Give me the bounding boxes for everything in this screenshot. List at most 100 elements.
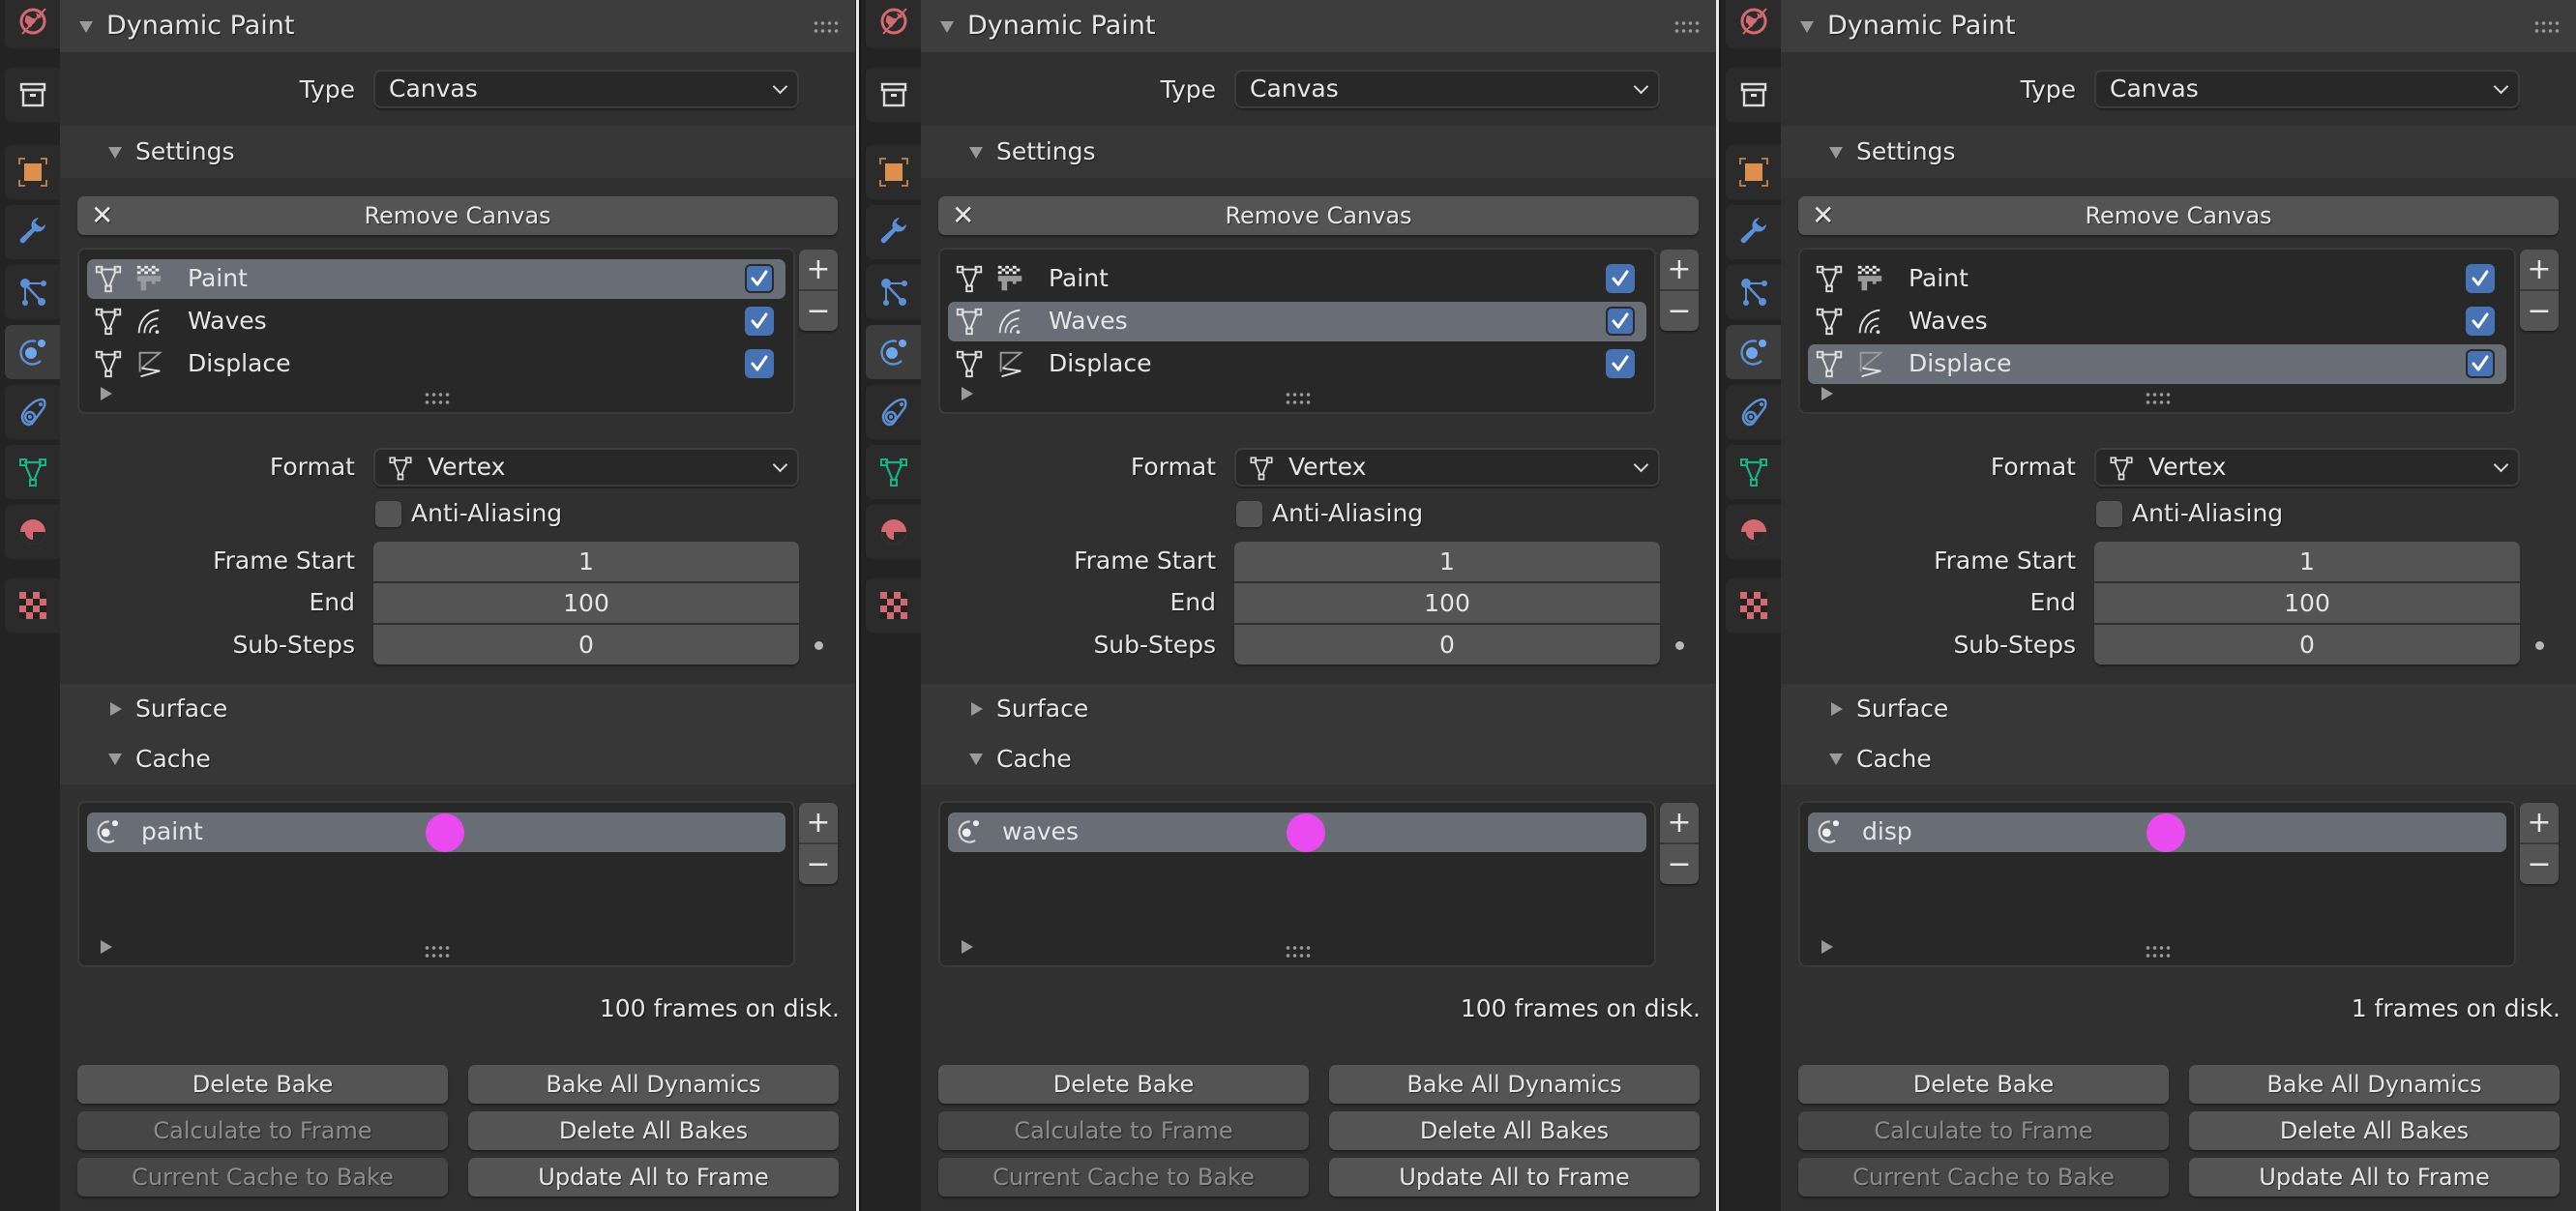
anti-aliasing-label[interactable]: Anti-Aliasing: [2132, 499, 2283, 528]
list-resize-grip-icon[interactable]: [2145, 391, 2172, 406]
collapse-triangle-icon[interactable]: [108, 147, 122, 159]
cache-subpanel-header[interactable]: Cache: [60, 734, 855, 784]
list-resize-grip-icon[interactable]: [424, 944, 451, 960]
tab-modifiers[interactable]: [866, 205, 921, 259]
collapse-triangle-icon[interactable]: [1829, 753, 1843, 765]
tab-physics[interactable]: [1726, 325, 1781, 379]
collapse-triangle-icon[interactable]: [940, 21, 954, 33]
settings-subpanel-header[interactable]: Settings: [60, 126, 855, 178]
calculate-to-frame-button[interactable]: Calculate to Frame: [938, 1111, 1309, 1150]
add-cache-button[interactable]: +: [2520, 803, 2559, 842]
tab-modifiers[interactable]: [5, 205, 60, 259]
delete-bake-button[interactable]: Delete Bake: [77, 1065, 448, 1104]
calculate-to-frame-button[interactable]: Calculate to Frame: [77, 1111, 448, 1150]
list-resize-grip-icon[interactable]: [1285, 944, 1312, 960]
tab-physics[interactable]: [866, 325, 921, 379]
cache-subpanel-header[interactable]: Cache: [1781, 734, 2576, 784]
current-cache-to-bake-button[interactable]: Current Cache to Bake: [77, 1158, 448, 1196]
tab-world[interactable]: [1726, 0, 1781, 48]
expand-filter-triangle-icon[interactable]: [1821, 940, 1833, 954]
list-resize-grip-icon[interactable]: [2145, 944, 2172, 960]
format-dropdown[interactable]: Vertex: [2094, 448, 2520, 487]
frame-end-field[interactable]: 100: [373, 583, 799, 623]
tab-object[interactable]: [1726, 145, 1781, 199]
surface-list-item[interactable]: Paint: [87, 259, 785, 299]
collapse-triangle-icon[interactable]: [108, 753, 122, 765]
surface-enabled-checkbox[interactable]: [745, 349, 774, 378]
bake-all-dynamics-button[interactable]: Bake All Dynamics: [1329, 1065, 1700, 1104]
settings-subpanel-header[interactable]: Settings: [1781, 126, 2576, 178]
dynamic-paint-header[interactable]: Dynamic Paint: [60, 0, 855, 52]
current-cache-to-bake-button[interactable]: Current Cache to Bake: [1798, 1158, 2169, 1196]
frame-end-field[interactable]: 100: [2094, 583, 2520, 623]
add-surface-button[interactable]: +: [2520, 250, 2559, 289]
dynamic-paint-header[interactable]: Dynamic Paint: [921, 0, 1716, 52]
tab-material[interactable]: [1726, 505, 1781, 559]
surface-enabled-checkbox[interactable]: [1606, 307, 1635, 336]
tab-physics[interactable]: [5, 325, 60, 379]
expand-triangle-icon[interactable]: [971, 702, 983, 716]
surface-list-item[interactable]: Paint: [948, 259, 1646, 299]
cache-list-item[interactable]: disp: [1808, 812, 2506, 852]
expand-filter-triangle-icon[interactable]: [101, 940, 112, 954]
drag-grip-icon[interactable]: [1673, 19, 1701, 35]
bake-all-dynamics-button[interactable]: Bake All Dynamics: [468, 1065, 839, 1104]
collapse-triangle-icon[interactable]: [969, 753, 983, 765]
format-dropdown[interactable]: Vertex: [373, 448, 799, 487]
delete-all-bakes-button[interactable]: Delete All Bakes: [1329, 1111, 1700, 1150]
surface-list-item[interactable]: Waves: [948, 302, 1646, 341]
format-dropdown[interactable]: Vertex: [1234, 448, 1660, 487]
frame-start-field[interactable]: 1: [373, 542, 799, 581]
collapse-triangle-icon[interactable]: [1829, 147, 1843, 159]
tab-world[interactable]: [866, 0, 921, 48]
anti-aliasing-label[interactable]: Anti-Aliasing: [1272, 499, 1423, 528]
animate-property-dot-icon[interactable]: [1675, 641, 1684, 650]
animate-property-dot-icon[interactable]: [814, 641, 823, 650]
list-resize-grip-icon[interactable]: [424, 391, 451, 406]
type-dropdown[interactable]: Canvas: [1234, 70, 1660, 108]
surface-list-item[interactable]: Paint: [1808, 259, 2506, 299]
tab-object[interactable]: [5, 145, 60, 199]
collapse-triangle-icon[interactable]: [79, 21, 93, 33]
tab-data[interactable]: [5, 445, 60, 499]
surface-enabled-checkbox[interactable]: [2466, 264, 2495, 293]
drag-grip-icon[interactable]: [2533, 19, 2561, 35]
surface-subpanel-header[interactable]: Surface: [921, 684, 1716, 734]
tab-collection[interactable]: [866, 68, 921, 122]
surface-list-item[interactable]: Waves: [1808, 302, 2506, 341]
cache-list-item[interactable]: paint: [87, 812, 785, 852]
delete-bake-button[interactable]: Delete Bake: [1798, 1065, 2169, 1104]
surface-list-item[interactable]: Displace: [87, 344, 785, 384]
calculate-to-frame-button[interactable]: Calculate to Frame: [1798, 1111, 2169, 1150]
tab-modifiers[interactable]: [1726, 205, 1781, 259]
surface-subpanel-header[interactable]: Surface: [1781, 684, 2576, 734]
tab-constraints[interactable]: [5, 385, 60, 439]
current-cache-to-bake-button[interactable]: Current Cache to Bake: [938, 1158, 1309, 1196]
remove-canvas-button[interactable]: ✕ Remove Canvas: [1798, 196, 2559, 235]
remove-surface-button[interactable]: −: [799, 291, 838, 331]
tab-constraints[interactable]: [1726, 385, 1781, 439]
tab-object[interactable]: [866, 145, 921, 199]
drag-grip-icon[interactable]: [813, 19, 840, 35]
tab-particles[interactable]: [866, 265, 921, 319]
cache-list-item[interactable]: waves: [948, 812, 1646, 852]
frame-end-field[interactable]: 100: [1234, 583, 1660, 623]
add-surface-button[interactable]: +: [799, 250, 838, 289]
surface-enabled-checkbox[interactable]: [745, 307, 774, 336]
surface-enabled-checkbox[interactable]: [745, 264, 774, 293]
tab-collection[interactable]: [1726, 68, 1781, 122]
surface-enabled-checkbox[interactable]: [1606, 349, 1635, 378]
remove-surface-button[interactable]: −: [2520, 291, 2559, 331]
delete-all-bakes-button[interactable]: Delete All Bakes: [468, 1111, 839, 1150]
surface-subpanel-header[interactable]: Surface: [60, 684, 855, 734]
settings-subpanel-header[interactable]: Settings: [921, 126, 1716, 178]
surface-enabled-checkbox[interactable]: [2466, 307, 2495, 336]
tab-particles[interactable]: [5, 265, 60, 319]
tab-world[interactable]: [5, 0, 60, 48]
anti-aliasing-checkbox[interactable]: [375, 501, 401, 527]
type-dropdown[interactable]: Canvas: [2094, 70, 2520, 108]
animate-property-dot-icon[interactable]: [2535, 641, 2544, 650]
expand-filter-triangle-icon[interactable]: [962, 940, 973, 954]
tab-particles[interactable]: [1726, 265, 1781, 319]
tab-data[interactable]: [1726, 445, 1781, 499]
